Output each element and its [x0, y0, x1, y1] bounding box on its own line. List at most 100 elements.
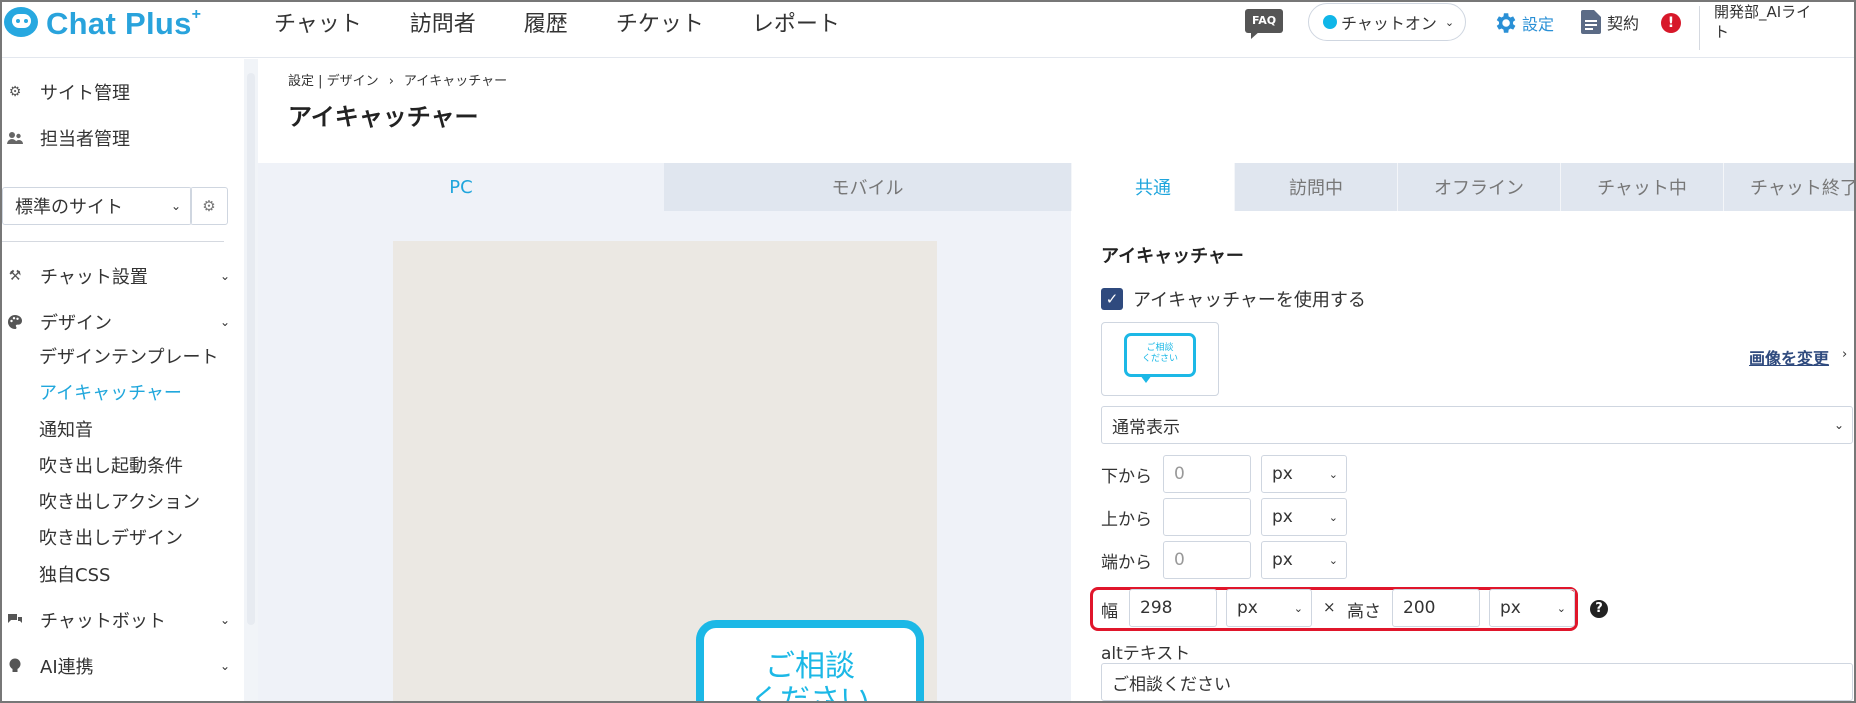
- user-name-line2: ト: [1714, 23, 1730, 41]
- alt-text-label: altテキスト: [1101, 644, 1191, 664]
- app-window: Chat Plus+ チャット 訪問者 履歴 チケット レポート FAQ チャッ…: [0, 0, 1856, 703]
- sidebar-item-ai-integration[interactable]: AI連携 ⌄: [2, 653, 230, 679]
- site-settings-gear-icon[interactable]: ⚙: [190, 187, 228, 225]
- tab-visiting[interactable]: 訪問中: [1234, 163, 1397, 211]
- sidebar-subitem-custom-css[interactable]: 独自CSS: [39, 561, 110, 587]
- chat-status-label: チャットオン: [1341, 14, 1437, 33]
- times-symbol: ×: [1323, 598, 1336, 616]
- sidebar-item-design[interactable]: デザイン ⌄: [2, 309, 230, 335]
- chevron-down-icon: ⌄: [220, 269, 231, 283]
- sidebar-subitem-eyecatcher[interactable]: アイキャッチャー: [39, 379, 182, 405]
- sidebar-scrollbar[interactable]: [244, 59, 258, 701]
- gear-icon: [1492, 10, 1518, 36]
- alt-text-input[interactable]: ご相談ください: [1101, 663, 1853, 701]
- bulb-icon: [6, 657, 24, 675]
- tools-icon: ⚒: [8, 268, 22, 284]
- site-select-value: 標準のサイト: [15, 197, 123, 218]
- breadcrumb-current: アイキャッチャー: [403, 74, 508, 89]
- sidebar-item-chatbot[interactable]: チャットボット ⌄: [2, 607, 230, 633]
- change-image-link[interactable]: 画像を変更: [1749, 345, 1829, 369]
- settings-label: 設定: [1522, 15, 1555, 34]
- sidebar-item-chat-setup[interactable]: ⚒ チャット設置 ⌄: [2, 263, 230, 289]
- sidebar-subitem-bubble-trigger[interactable]: 吹き出し起動条件: [39, 452, 183, 478]
- from-top-input[interactable]: [1163, 498, 1251, 536]
- palette-icon: [6, 313, 24, 331]
- breadcrumb-design[interactable]: デザイン: [327, 74, 379, 89]
- width-label: 幅: [1101, 602, 1118, 622]
- settings-link[interactable]: 設定: [1492, 10, 1554, 36]
- sidebar-item-label: AI連携: [40, 657, 94, 678]
- contract-link[interactable]: 契約: [1581, 10, 1639, 34]
- sidebar-item-label: チャット設置: [40, 267, 148, 288]
- site-select[interactable]: 標準のサイト ⌄: [2, 187, 192, 225]
- width-unit-select[interactable]: px ⌄: [1226, 589, 1312, 627]
- document-icon: [1581, 10, 1601, 34]
- breadcrumb-settings[interactable]: 設定: [288, 74, 314, 89]
- chevron-down-icon: ⌄: [1328, 553, 1338, 567]
- tab-offline[interactable]: オフライン: [1397, 163, 1560, 211]
- user-menu[interactable]: 開発部_AIライ ト: [1714, 2, 1834, 42]
- chevron-down-icon: ⌄: [1293, 601, 1303, 615]
- nav-reports[interactable]: レポート: [752, 6, 840, 38]
- thumbnail-bubble: ご相談 ください: [1124, 333, 1196, 377]
- thumb-line1: ご相談: [1146, 343, 1174, 353]
- from-side-unit-select[interactable]: px ⌄: [1261, 541, 1347, 579]
- nav-tickets[interactable]: チケット: [616, 6, 704, 38]
- tab-preview-pc[interactable]: PC: [258, 163, 664, 211]
- main-nav: チャット 訪問者 履歴 チケット レポート: [274, 6, 840, 38]
- tab-chatting[interactable]: チャット中: [1560, 163, 1723, 211]
- tab-common[interactable]: 共通: [1071, 163, 1234, 211]
- preview-bubble-line2: ください: [750, 683, 870, 703]
- chat-bubbles-icon: [6, 611, 24, 629]
- from-bottom-input[interactable]: 0: [1163, 455, 1251, 493]
- from-bottom-unit-select[interactable]: px ⌄: [1261, 455, 1347, 493]
- chevron-right-icon: ›: [1842, 347, 1848, 362]
- from-bottom-label: 下から: [1101, 467, 1152, 487]
- faq-icon[interactable]: FAQ: [1245, 9, 1283, 39]
- use-eyecatcher-label: アイキャッチャーを使用する: [1133, 290, 1366, 311]
- sidebar-subitem-design-template[interactable]: デザインテンプレート: [39, 343, 218, 369]
- display-mode-select[interactable]: 通常表示 ⌄: [1101, 406, 1853, 444]
- nav-history[interactable]: 履歴: [524, 6, 568, 38]
- use-eyecatcher-row[interactable]: ✓ アイキャッチャーを使用する: [1101, 286, 1366, 312]
- nav-visitors[interactable]: 訪問者: [410, 6, 476, 38]
- from-side-input[interactable]: 0: [1163, 541, 1251, 579]
- alert-icon[interactable]: !: [1661, 13, 1681, 33]
- user-name-line1: 開発部_AIライ: [1714, 3, 1812, 21]
- sidebar-subitem-bubble-action[interactable]: 吹き出しアクション: [39, 488, 200, 514]
- chevron-down-icon: ⌄: [1833, 418, 1844, 432]
- height-unit-select[interactable]: px ⌄: [1489, 589, 1575, 627]
- width-input[interactable]: 298: [1129, 589, 1217, 627]
- chat-status-dropdown[interactable]: チャットオン ⌄: [1308, 3, 1466, 41]
- from-top-unit-select[interactable]: px ⌄: [1261, 498, 1347, 536]
- status-dot-icon: [1323, 15, 1337, 29]
- sidebar-scrollbar-thumb[interactable]: [247, 73, 255, 625]
- top-bar: Chat Plus+ チャット 訪問者 履歴 チケット レポート FAQ チャッ…: [2, 2, 1854, 58]
- tab-chat-ended[interactable]: チャット終了: [1723, 163, 1854, 211]
- breadcrumb: 設定 | デザイン › アイキャッチャー: [288, 74, 508, 89]
- logo[interactable]: Chat Plus+: [2, 6, 201, 42]
- header-divider: [1699, 6, 1700, 50]
- height-input[interactable]: 200: [1392, 589, 1480, 627]
- logo-text: Chat Plus+: [46, 5, 202, 41]
- sidebar-item-staff-management[interactable]: 担当者管理: [2, 125, 130, 151]
- sidebar-subitem-notification-sound[interactable]: 通知音: [39, 416, 93, 442]
- chevron-down-icon: ⌄: [1556, 601, 1566, 615]
- use-eyecatcher-checkbox[interactable]: ✓: [1101, 288, 1123, 310]
- thumbnail-bubble-tail: [1140, 375, 1152, 383]
- preview-bubble-line1: ご相談: [765, 649, 855, 684]
- eyecatcher-preview-bubble[interactable]: ご相談 ください: [696, 620, 924, 703]
- tab-preview-mobile[interactable]: モバイル: [664, 163, 1071, 211]
- users-icon: [6, 129, 24, 147]
- eyecatcher-thumbnail: ご相談 ください: [1101, 322, 1219, 396]
- chevron-down-icon: ⌄: [1328, 467, 1338, 481]
- sidebar-item-site-management[interactable]: ⚙ サイト管理: [2, 79, 130, 105]
- height-label: 高さ: [1347, 602, 1381, 622]
- sidebar-subitem-bubble-design[interactable]: 吹き出しデザイン: [39, 524, 183, 550]
- help-icon[interactable]: ?: [1590, 600, 1608, 618]
- from-side-label: 端から: [1101, 553, 1152, 573]
- sidebar-divider: [2, 241, 224, 242]
- nav-chat[interactable]: チャット: [274, 6, 362, 38]
- chevron-down-icon: ⌄: [220, 659, 231, 673]
- section-title: アイキャッチャー: [1101, 246, 1244, 267]
